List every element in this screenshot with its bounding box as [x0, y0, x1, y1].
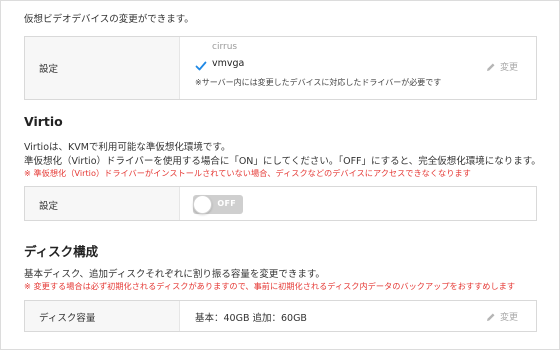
- video-device-label-cell: 設定: [25, 37, 180, 99]
- virtio-description-2: 準仮想化（Virtio）ドライバーを使用する場合に「ON」にしてください。「OF…: [24, 156, 541, 167]
- virtio-setting-label: 設定: [39, 201, 59, 212]
- virtio-warning: ※ 準仮想化（Virtio）ドライバーがインストールされていない場合、ディスクな…: [24, 168, 471, 178]
- disk-edit-label: 変更: [500, 313, 519, 323]
- disk-capacity-label: ディスク容量: [39, 313, 96, 324]
- disk-edit-button[interactable]: 変更: [486, 310, 518, 323]
- option-vmvga-label: vmvga: [212, 57, 245, 69]
- video-device-label: 設定: [39, 64, 59, 75]
- virtio-heading: Virtio: [24, 114, 63, 129]
- pencil-icon: [486, 62, 496, 72]
- virtio-label-cell: 設定: [25, 187, 180, 220]
- virtio-setting-card: 設定 OFF: [24, 186, 537, 221]
- disk-capacity-value: 基本：40GB 追加：60GB: [195, 313, 307, 324]
- driver-note: ※サーバー内には変更したデバイスに対応したドライバーが必要です: [195, 78, 442, 87]
- toggle-state-label: OFF: [217, 199, 236, 208]
- disk-label-cell: ディスク容量: [25, 301, 180, 331]
- disk-warning: ※ 変更する場合は必ず初期化されるディスクがありますので、事前に初期化されるディ…: [24, 281, 516, 291]
- checkmark-icon: [195, 57, 207, 71]
- video-device-description: 仮想ビデオデバイスの変更ができます。: [24, 14, 194, 25]
- video-device-edit-label: 変更: [500, 63, 519, 73]
- video-device-card: 設定 cirrus vmvga ※サーバー内には変更したデバイスに対応したドライ…: [24, 36, 537, 100]
- disk-heading: ディスク構成: [24, 244, 99, 259]
- option-vmvga[interactable]: vmvga: [195, 57, 245, 71]
- pencil-icon: [486, 312, 496, 322]
- disk-description: 基本ディスク、追加ディスクそれぞれに割り振る容量を変更できます。: [24, 269, 325, 280]
- toggle-knob: [193, 195, 212, 214]
- video-device-edit-button[interactable]: 変更: [486, 60, 518, 73]
- option-cirrus[interactable]: cirrus: [212, 42, 237, 52]
- disk-capacity-card: ディスク容量 基本：40GB 追加：60GB 変更: [24, 300, 537, 332]
- virtio-description-1: Virtioは、KVMで利用可能な準仮想化環境です。: [24, 142, 231, 153]
- virtio-toggle[interactable]: OFF: [193, 195, 243, 214]
